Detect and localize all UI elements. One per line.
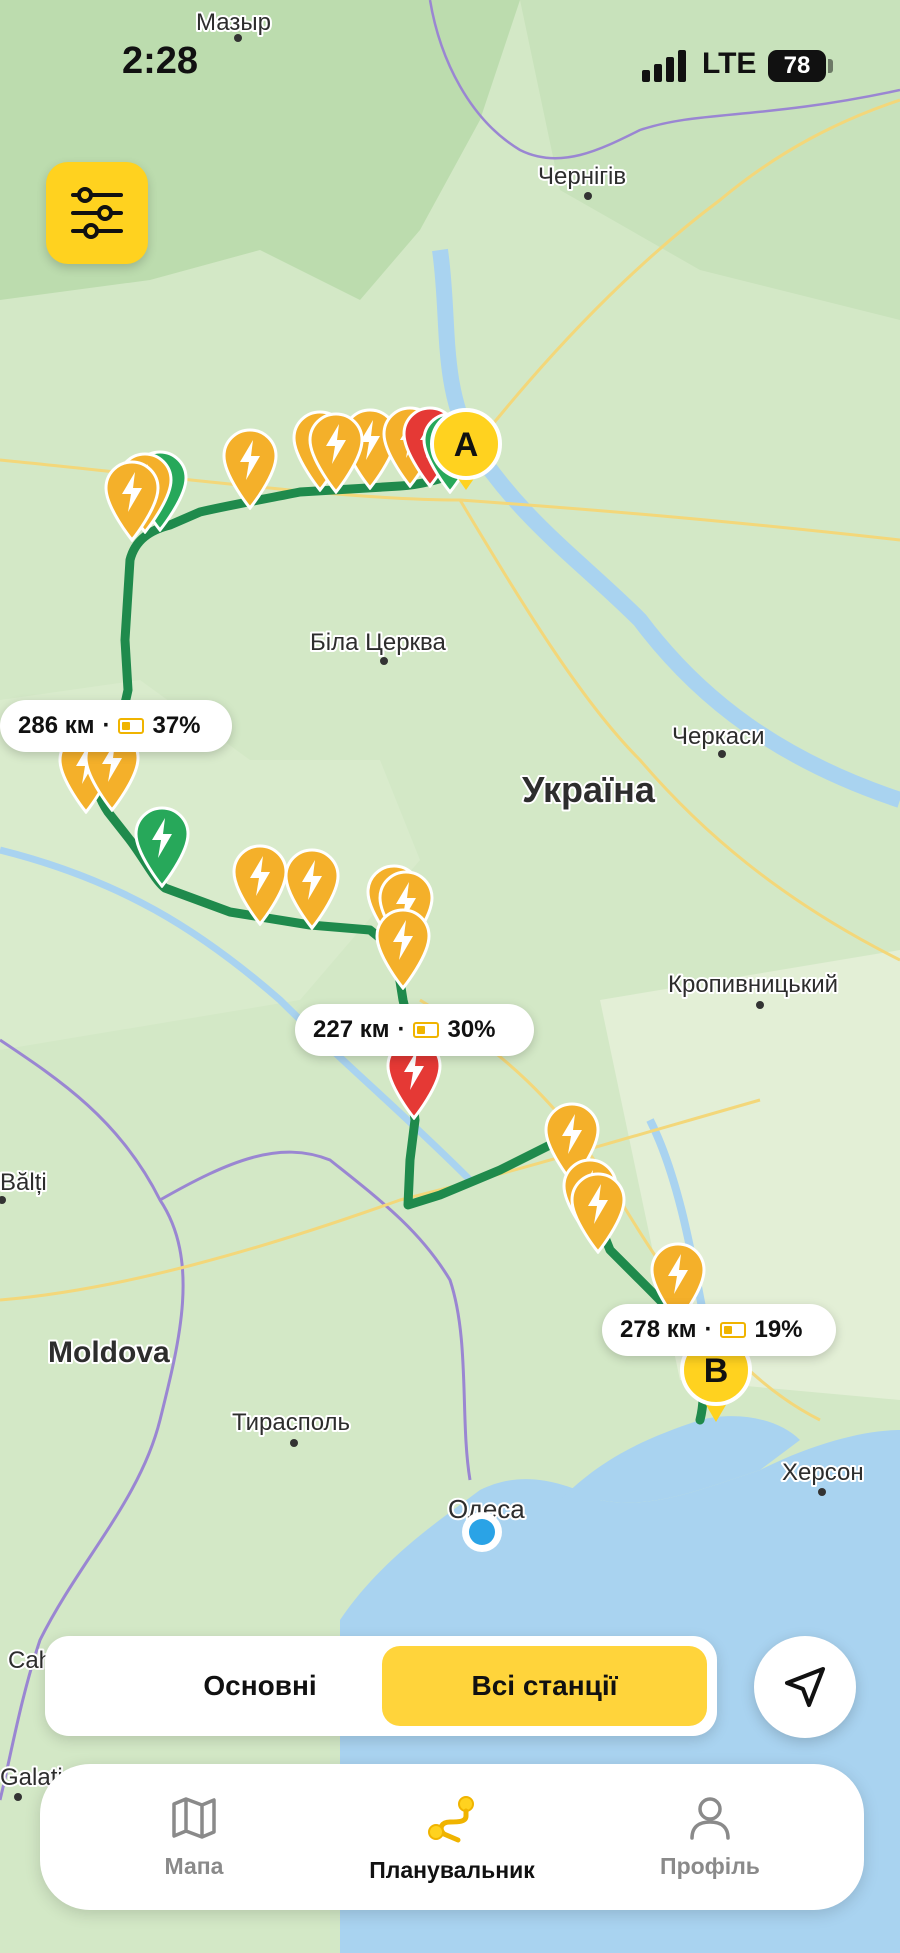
city-dot: [380, 657, 388, 665]
start-marker-label: A: [454, 426, 479, 464]
tab-profile-label: Профіль: [660, 1853, 760, 1879]
battery-small-icon: [413, 1022, 440, 1038]
battery-icon: 78: [768, 50, 826, 82]
status-bar: 2:28 LTE 78: [0, 0, 900, 130]
signal-icon: [642, 50, 686, 82]
current-location-dot: [462, 1512, 502, 1552]
city-balti: Bălți: [0, 1169, 47, 1196]
city-dot: [718, 750, 726, 758]
tab-planner[interactable]: Планувальник: [332, 1794, 572, 1884]
leg-separator: ·: [704, 1316, 713, 1343]
tab-map-label: Мапа: [164, 1853, 224, 1879]
city-tiraspol: Тирасполь: [232, 1409, 350, 1436]
network-type: LTE: [702, 47, 757, 80]
city-kropyvnytskyi: Кропивницький: [668, 971, 838, 998]
city-dot: [584, 192, 592, 200]
tab-profile[interactable]: Профіль: [590, 1794, 830, 1880]
leg-distance: 227 км: [313, 1016, 390, 1043]
city-chernihiv: Чернігів: [538, 163, 626, 190]
leg-info-pill-2: 227 км · 30%: [295, 1004, 534, 1056]
country-moldova: Moldova: [48, 1336, 170, 1369]
navigate-button[interactable]: [754, 1636, 856, 1738]
leg-battery: 19%: [754, 1316, 803, 1343]
station-filter-toggle: Основні Всі станції: [45, 1636, 717, 1736]
leg-info-pill-3: 278 км · 19%: [602, 1304, 836, 1356]
person-icon: [690, 1797, 730, 1840]
sliders-icon: [71, 187, 123, 239]
route-icon: [428, 1796, 474, 1843]
battery-cap: [828, 59, 833, 73]
status-time: 2:28: [122, 40, 199, 82]
bottom-tab-bar: Мапа Планувальник Профіль: [40, 1764, 864, 1910]
all-stations-option[interactable]: Всі станції: [382, 1646, 707, 1726]
leg-battery: 37%: [152, 712, 201, 739]
navigation-arrow-icon: [785, 1667, 825, 1707]
city-cherkasy: Черкаси: [672, 723, 764, 750]
city-dot: [290, 1439, 298, 1447]
city-dot: [818, 1488, 826, 1496]
leg-distance: 286 км: [18, 712, 95, 739]
city-dot: [756, 1001, 764, 1009]
leg-battery: 30%: [447, 1016, 496, 1043]
tab-planner-label: Планувальник: [369, 1857, 535, 1883]
battery-level: 78: [783, 52, 811, 79]
map-icon: [172, 1797, 216, 1839]
main-stations-option[interactable]: Основні: [95, 1646, 425, 1726]
tab-map[interactable]: Мапа: [74, 1794, 314, 1880]
leg-distance: 278 км: [620, 1316, 697, 1343]
leg-separator: ·: [397, 1016, 406, 1043]
battery-small-icon: [720, 1322, 747, 1338]
city-kherson: Херсон: [782, 1459, 864, 1486]
battery-small-icon: [118, 718, 145, 734]
city-bila-tserkva: Біла Церква: [310, 629, 447, 656]
leg-info-pill-1: 286 км · 37%: [0, 700, 232, 752]
city-dot: [14, 1793, 22, 1801]
leg-separator: ·: [102, 712, 111, 739]
end-marker-label: B: [704, 1352, 729, 1390]
country-ukraine: Україна: [522, 769, 656, 810]
filter-button[interactable]: [46, 162, 148, 264]
